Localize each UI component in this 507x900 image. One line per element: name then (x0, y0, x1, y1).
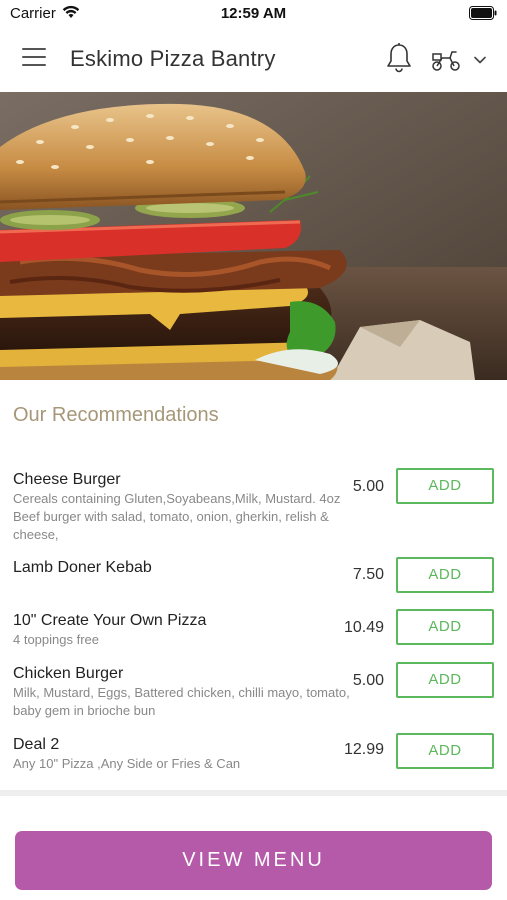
recommendations-title: Our Recommendations (13, 404, 219, 426)
item-price: 12.99 (343, 741, 384, 758)
item-description: Any 10" Pizza ,Any Side or Fries & Can (13, 756, 241, 771)
menu-item: Cheese Burger Cereals containing Gluten,… (0, 468, 507, 548)
item-description: Cereals containing Gluten,Soyabeans,Milk… (13, 491, 341, 542)
item-price: 5.00 (352, 672, 384, 689)
menu-item: Lamb Doner Kebab 7.50 ADD (0, 557, 507, 597)
item-name: Deal 2 (13, 736, 60, 753)
clock-time: 12:59 AM (220, 5, 287, 22)
view-menu-button[interactable]: VIEW MENU (15, 831, 492, 890)
add-button[interactable]: ADD (396, 662, 494, 698)
item-name: 10" Create Your Own Pizza (13, 612, 207, 629)
chevron-down-icon[interactable] (472, 52, 488, 68)
item-description: 4 toppings free (13, 632, 100, 647)
section-divider (0, 790, 507, 796)
app-header: Eskimo Pizza Bantry (0, 28, 507, 92)
hamburger-menu-icon[interactable] (22, 48, 48, 70)
add-button[interactable]: ADD (396, 468, 494, 504)
add-button[interactable]: ADD (396, 557, 494, 593)
item-name: Chicken Burger (13, 665, 124, 682)
item-description: Milk, Mustard, Eggs, Battered chicken, c… (13, 685, 350, 718)
item-price: 7.50 (352, 566, 384, 583)
item-price: 5.00 (352, 478, 384, 495)
menu-item: Chicken Burger Milk, Mustard, Eggs, Batt… (0, 662, 507, 722)
battery-icon (469, 6, 497, 20)
notification-bell-icon[interactable] (384, 42, 414, 76)
delivery-scooter-icon[interactable] (430, 46, 462, 74)
add-button[interactable]: ADD (396, 609, 494, 645)
hero-burger-image (0, 92, 507, 380)
add-button[interactable]: ADD (396, 733, 494, 769)
item-price: 10.49 (343, 619, 384, 636)
item-name: Cheese Burger (13, 471, 121, 488)
menu-item: Deal 2 Any 10" Pizza ,Any Side or Fries … (0, 733, 507, 777)
status-bar: Carrier 12:59 AM (0, 0, 507, 28)
item-name: Lamb Doner Kebab (13, 559, 152, 576)
menu-item: 10" Create Your Own Pizza 4 toppings fre… (0, 609, 507, 653)
restaurant-title: Eskimo Pizza Bantry (70, 46, 276, 71)
